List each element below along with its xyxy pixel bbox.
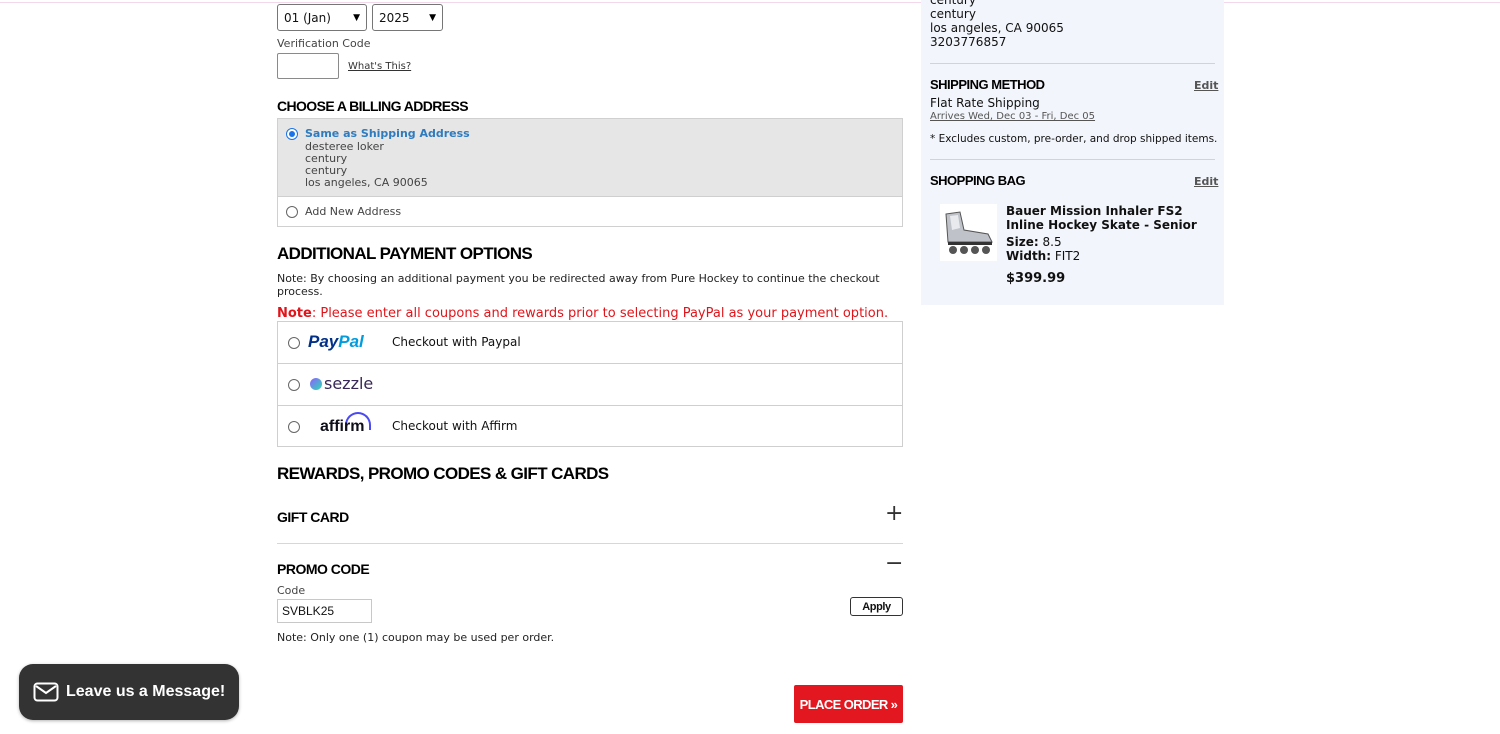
same-as-shipping-label: Same as Shipping Address [305, 127, 470, 140]
chevron-down-icon: ▼ [353, 12, 360, 23]
order-summary: century century los angeles, CA 90065 32… [921, 0, 1224, 305]
billing-address-line: los angeles, CA 90065 [305, 176, 428, 189]
leave-message-label: Leave us a Message! [66, 683, 226, 700]
billing-option-same[interactable]: Same as Shipping Address desteree loker … [278, 119, 902, 197]
whats-this-link[interactable]: What's This? [348, 61, 411, 72]
promo-code-input[interactable] [277, 599, 372, 623]
product-name[interactable]: Bauer Mission Inhaler FS2 Inline Hockey … [1006, 204, 1211, 232]
billing-address-options: Same as Shipping Address desteree loker … [277, 118, 903, 227]
product-width: Width: FIT2 [1006, 249, 1080, 263]
apply-button[interactable]: Apply [850, 597, 903, 616]
sezzle-logo-text: sezzle [324, 374, 374, 393]
payment-options-list: PayPal Checkout with Paypal sezzle affir… [277, 321, 903, 447]
additional-payment-note: Note: By choosing an additional payment … [277, 272, 880, 298]
affirm-logo: affirm [320, 418, 365, 435]
size-value: 8.5 [1042, 235, 1062, 249]
shipping-method-title: SHIPPING METHOD [930, 77, 1045, 92]
code-label: Code [277, 584, 306, 597]
radio-add-new[interactable] [286, 206, 298, 218]
payment-option-sezzle[interactable]: sezzle [278, 364, 902, 406]
sezzle-mark-icon [310, 378, 322, 390]
top-border [0, 2, 1500, 3]
radio-sezzle[interactable] [288, 379, 300, 391]
shopping-bag-title: SHOPPING BAG [930, 173, 1026, 188]
paypal-warning: Note: Please enter all coupons and rewar… [277, 306, 888, 321]
radio-selected[interactable] [286, 128, 298, 140]
gift-card-toggle[interactable]: GIFT CARD [277, 509, 349, 525]
shipping-address-line: century [930, 0, 976, 7]
edit-bag-link[interactable]: Edit [1194, 175, 1218, 188]
verification-code-input[interactable] [277, 53, 339, 79]
envelope-icon [33, 682, 59, 702]
divider [930, 159, 1215, 160]
sezzle-logo: sezzle [310, 374, 373, 393]
verification-label: Verification Code [277, 37, 371, 50]
payment-option-paypal[interactable]: PayPal Checkout with Paypal [278, 322, 902, 364]
width-value: FIT2 [1054, 249, 1081, 263]
paypal-warning-text: : Please enter all coupons and rewards p… [311, 306, 889, 321]
paypal-label: Checkout with Paypal [392, 335, 521, 349]
add-new-address-label[interactable]: Add New Address [305, 205, 401, 218]
plus-icon[interactable]: + [885, 503, 903, 525]
product-size: Size: 8.5 [1006, 235, 1062, 249]
shipping-method-name: Flat Rate Shipping [930, 96, 1040, 110]
billing-title: CHOOSE A BILLING ADDRESS [277, 98, 469, 114]
chevron-down-icon: ▼ [429, 12, 436, 23]
shipping-address-line: los angeles, CA 90065 [930, 21, 1064, 35]
minus-icon[interactable]: − [885, 553, 903, 575]
coupon-note: Note: Only one (1) coupon may be used pe… [277, 631, 555, 644]
affirm-label: Checkout with Affirm [392, 419, 518, 433]
expiry-month-select[interactable]: 01 (Jan) ▼ [277, 4, 367, 31]
divider [277, 543, 903, 544]
additional-payment-title: ADDITIONAL PAYMENT OPTIONS [277, 244, 533, 263]
payment-option-affirm[interactable]: affirm Checkout with Affirm [278, 406, 902, 448]
paypal-warning-prefix: Note [277, 306, 312, 321]
expiry-year-value: 2025 [379, 10, 410, 25]
place-order-button[interactable]: PLACE ORDER » [794, 685, 903, 723]
expiry-month-value: 01 (Jan) [284, 10, 331, 25]
edit-shipping-link[interactable]: Edit [1194, 79, 1218, 92]
product-price: $399.99 [1006, 271, 1066, 286]
shipping-address-line: century [930, 7, 976, 21]
shipping-exclusion-note: * Excludes custom, pre-order, and drop s… [930, 133, 1218, 145]
radio-paypal[interactable] [288, 337, 300, 349]
expiry-year-select[interactable]: 2025 ▼ [372, 4, 443, 31]
width-label: Width: [1006, 249, 1052, 263]
paypal-logo-pal: Pal [338, 332, 364, 351]
paypal-logo: PayPal [308, 332, 364, 352]
divider [930, 63, 1215, 64]
size-label: Size: [1006, 235, 1039, 249]
radio-affirm[interactable] [288, 421, 300, 433]
leave-message-widget[interactable]: Leave us a Message! [19, 664, 239, 720]
shipping-phone: 3203776857 [930, 35, 1007, 49]
promo-code-toggle[interactable]: PROMO CODE [277, 561, 370, 577]
paypal-logo-pay: Pay [308, 332, 339, 351]
product-thumbnail[interactable] [940, 204, 997, 261]
arrival-estimate: Arrives Wed, Dec 03 - Fri, Dec 05 [930, 111, 1096, 122]
rewards-title: REWARDS, PROMO CODES & GIFT CARDS [277, 464, 609, 483]
